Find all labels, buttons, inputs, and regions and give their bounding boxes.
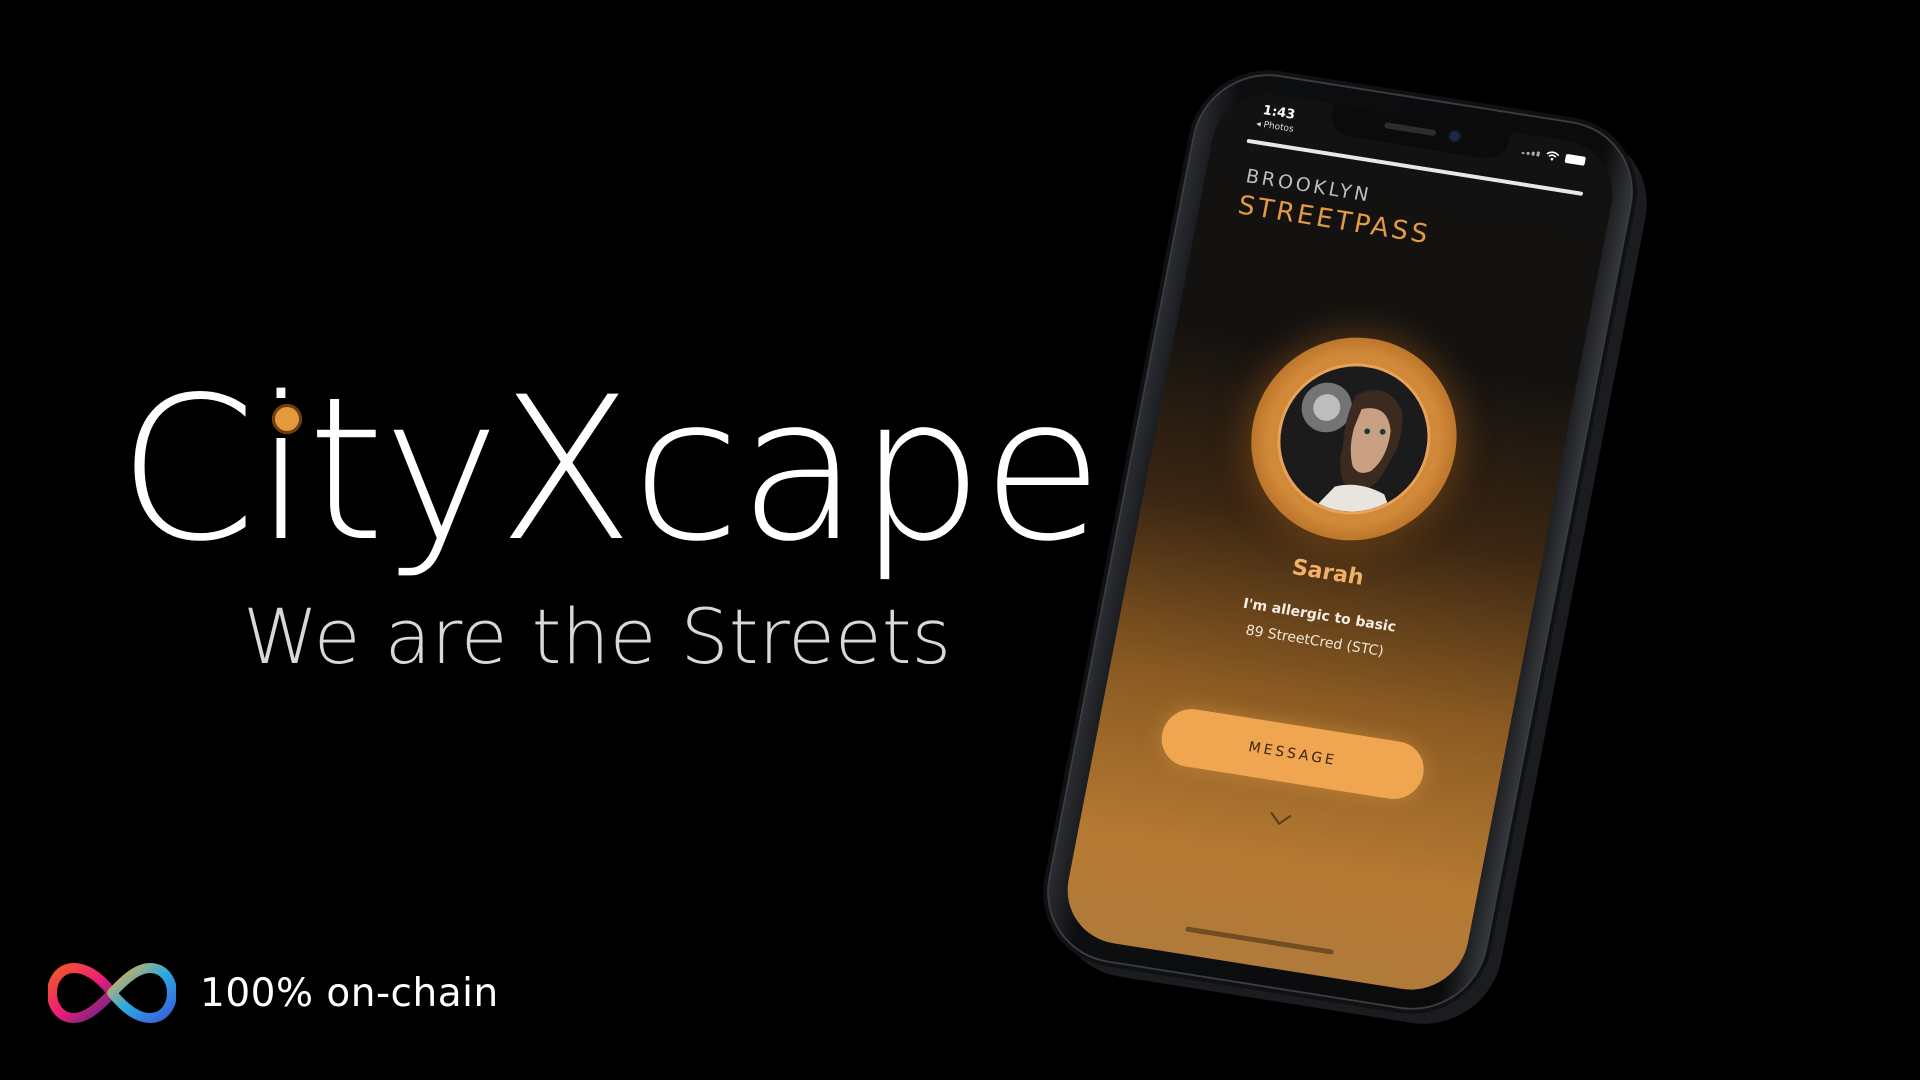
phone-mockup: 1:43 ◂ Photos BROOKLYN STREETPASS Sarah … xyxy=(1036,65,1644,1019)
chevron-down-icon[interactable] xyxy=(1267,810,1293,827)
battery-icon xyxy=(1564,153,1587,166)
footer-label: 100% on-chain xyxy=(200,970,499,1016)
avatar-image xyxy=(1267,355,1440,523)
brand-title: CityXcape xyxy=(118,354,1103,585)
infinity-icon xyxy=(48,962,176,1024)
avatar[interactable] xyxy=(1264,352,1444,526)
wifi-icon xyxy=(1546,151,1560,161)
hero: CityXcape xyxy=(118,370,1103,600)
brand-dot-icon xyxy=(272,404,302,434)
promo-slide: CityXcape We are the Streets 100% on-cha… xyxy=(0,0,1920,1080)
signal-icon xyxy=(1521,148,1541,157)
status-icons xyxy=(1521,146,1587,166)
home-indicator[interactable] xyxy=(1184,926,1335,955)
footer: 100% on-chain xyxy=(48,960,499,1026)
message-button[interactable]: MESSAGE xyxy=(1156,704,1429,804)
tagline: We are the Streets xyxy=(243,592,952,681)
avatar-ring xyxy=(1233,322,1475,556)
phone-screen: 1:43 ◂ Photos BROOKLYN STREETPASS Sarah … xyxy=(1057,86,1623,998)
